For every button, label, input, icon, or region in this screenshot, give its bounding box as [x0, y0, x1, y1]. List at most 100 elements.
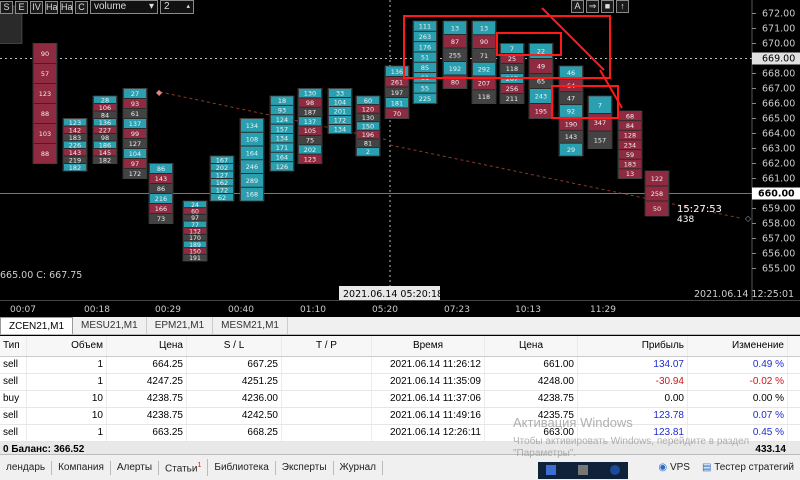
- tab-epm21[interactable]: EPM21,M1: [147, 317, 214, 334]
- footprint-volume-label: 80: [451, 78, 459, 86]
- footprint-volume-label: 122: [651, 175, 663, 183]
- footprint-volume-label: 108: [246, 136, 258, 144]
- time-axis: 00:07 00:18 00:29 00:40 01:10 05:20 07:2…: [0, 300, 800, 318]
- footprint-volume-label: 134: [276, 135, 288, 143]
- tab-company[interactable]: Компания: [52, 460, 111, 475]
- footprint-volume-label: 207: [478, 79, 490, 87]
- footprint-volume-label: 176: [419, 43, 431, 51]
- chart-tabs: ZCEN21,M1 MESU21,M1 EPM21,M1 MESM21,M1: [0, 317, 800, 335]
- cell-type: sell: [0, 374, 27, 390]
- footprint-volume-label: 70: [393, 110, 401, 118]
- price-tick-label: 659.00: [762, 204, 795, 215]
- footprint-volume-label: 182: [69, 164, 81, 172]
- taskbar-app-icon[interactable]: [610, 465, 620, 475]
- footprint-volume-label: 90: [480, 38, 488, 46]
- table-row[interactable]: sell 1 4247.25 4251.25 2021.06.14 11:35:09 42…: [0, 374, 800, 391]
- footprint-volume-label: 118: [478, 93, 490, 101]
- rect-tool-button[interactable]: ■: [601, 0, 614, 13]
- indicator-select[interactable]: volume ▾: [90, 0, 158, 14]
- time-label: 00:40: [228, 305, 254, 315]
- footprint-volume-label: 73: [157, 215, 165, 223]
- footprint-volume-label: 261: [391, 78, 403, 86]
- cell-type: sell: [0, 408, 27, 424]
- taskbar-app-icon[interactable]: [578, 465, 588, 475]
- up-arrow-tool-button[interactable]: ↑: [616, 0, 629, 13]
- price-tick-label: 658.00: [762, 219, 795, 230]
- header-volume[interactable]: Объем: [27, 336, 107, 356]
- vps-label: VPS: [669, 462, 690, 473]
- price-tick-label: 666.00: [762, 99, 795, 110]
- tab-library[interactable]: Библиотека: [208, 460, 276, 475]
- footprint-volume-label: 168: [246, 191, 258, 199]
- vps-button[interactable]: ◉ VPS: [652, 462, 696, 473]
- time-label: 05:20: [372, 305, 398, 315]
- taskbar-app-icon[interactable]: [546, 465, 556, 475]
- footprint-volume-label: 85: [421, 64, 429, 72]
- toolbar-btn-s[interactable]: S: [0, 0, 13, 14]
- footprint-volume-label: 192: [449, 65, 461, 73]
- tab-alerts[interactable]: Алерты: [111, 460, 160, 475]
- footprint-volume-label: 7: [598, 101, 602, 109]
- windows-activation-text: Чтобы активировать Windows, перейдите в …: [513, 436, 750, 459]
- toolbar-btn-c[interactable]: C: [75, 0, 88, 14]
- footprint-volume-label: 187: [304, 108, 316, 116]
- price-chart[interactable]: 672.00 671.00 670.00 669.00 668.00 667.00 666.…: [0, 0, 800, 300]
- table-header: Тип Объем Цена S / L T / P Время Цена Пр…: [0, 336, 800, 357]
- header-sl[interactable]: S / L: [187, 336, 282, 356]
- footprint-volume-label: 172: [334, 117, 346, 125]
- cell-price: 4238.75: [107, 408, 187, 424]
- cell-change: 0.07 %: [688, 408, 788, 424]
- footprint-volume-label: 134: [334, 126, 346, 134]
- footprint-volume-label: 104: [129, 150, 141, 158]
- table-body: sell 1 664.25 667.25 2021.06.14 11:26:12 661.…: [0, 357, 800, 442]
- chart-canvas[interactable]: 672.00 671.00 670.00 669.00 668.00 667.00 666.…: [0, 0, 800, 300]
- tab-journal[interactable]: Журнал: [334, 460, 384, 475]
- footprint-volume-label: 130: [304, 90, 316, 98]
- cell-sl: 4251.25: [187, 374, 282, 390]
- header-change[interactable]: Изменение: [688, 336, 788, 356]
- footprint-volume-label: 195: [535, 108, 547, 116]
- cell-current-price: 661.00: [485, 357, 578, 373]
- current-price-label: 669.00: [762, 54, 795, 65]
- footprint-volume-label: 88: [41, 110, 49, 118]
- footprint-volume-label: 123: [39, 90, 51, 98]
- toolbar-btn-ha2[interactable]: Ha: [60, 0, 73, 14]
- toolbar-btn-ha1[interactable]: Ha: [45, 0, 58, 14]
- arrow-tool-button[interactable]: ⇒: [586, 0, 599, 13]
- price-tick-label: 668.00: [762, 69, 795, 80]
- header-current-price[interactable]: Цена: [485, 336, 578, 356]
- header-type[interactable]: Тип: [0, 336, 27, 356]
- table-row[interactable]: sell 1 664.25 667.25 2021.06.14 11:26:12 661.…: [0, 357, 800, 374]
- toolbar-btn-e[interactable]: E: [15, 0, 28, 14]
- toolbar-btn-iv[interactable]: IV: [30, 0, 43, 14]
- footprint-volume-label: 62: [218, 194, 226, 202]
- tab-zcen21[interactable]: ZCEN21,M1: [0, 317, 74, 334]
- footprint-volume-label: 246: [246, 163, 258, 171]
- cell-volume: 10: [27, 391, 107, 407]
- tab-mesm21[interactable]: MESM21,M1: [213, 317, 288, 334]
- tab-articles-label: Статьи: [165, 463, 198, 475]
- header-time[interactable]: Время: [372, 336, 485, 356]
- footprint-volume-label: 127: [129, 140, 141, 148]
- tab-calendar[interactable]: лендарь: [0, 460, 53, 475]
- footprint-volume-label: 137: [304, 118, 316, 126]
- header-price[interactable]: Цена: [107, 336, 187, 356]
- strategy-tester-button[interactable]: ▤ Тестер стратегий: [696, 462, 800, 473]
- table-row[interactable]: buy 10 4238.75 4236.00 2021.06.14 11:37:06 42…: [0, 391, 800, 408]
- price-tick-label: 656.00: [762, 249, 795, 260]
- header-profit[interactable]: Прибыль: [578, 336, 688, 356]
- footprint-volume-label: 201: [334, 108, 346, 116]
- table-row[interactable]: sell 10 4238.75 4242.50 2021.06.14 11:49:16 4…: [0, 408, 800, 425]
- text-tool-button[interactable]: A: [571, 0, 584, 13]
- cell-volume: 1: [27, 357, 107, 373]
- footprint-volume-label: 105: [304, 127, 316, 135]
- tab-articles[interactable]: Статьи1: [159, 458, 209, 477]
- cell-change: 0.49 %: [688, 357, 788, 373]
- price-tick-label: 662.00: [762, 159, 795, 170]
- tab-mesu21[interactable]: MESU21,M1: [73, 317, 147, 334]
- footprint-volume-label: 182: [99, 156, 111, 164]
- count-stepper[interactable]: 2 ▴: [160, 0, 194, 14]
- footprint-volume-label: 86: [157, 165, 165, 173]
- tab-experts[interactable]: Эксперты: [276, 460, 334, 475]
- header-tp[interactable]: T / P: [282, 336, 372, 356]
